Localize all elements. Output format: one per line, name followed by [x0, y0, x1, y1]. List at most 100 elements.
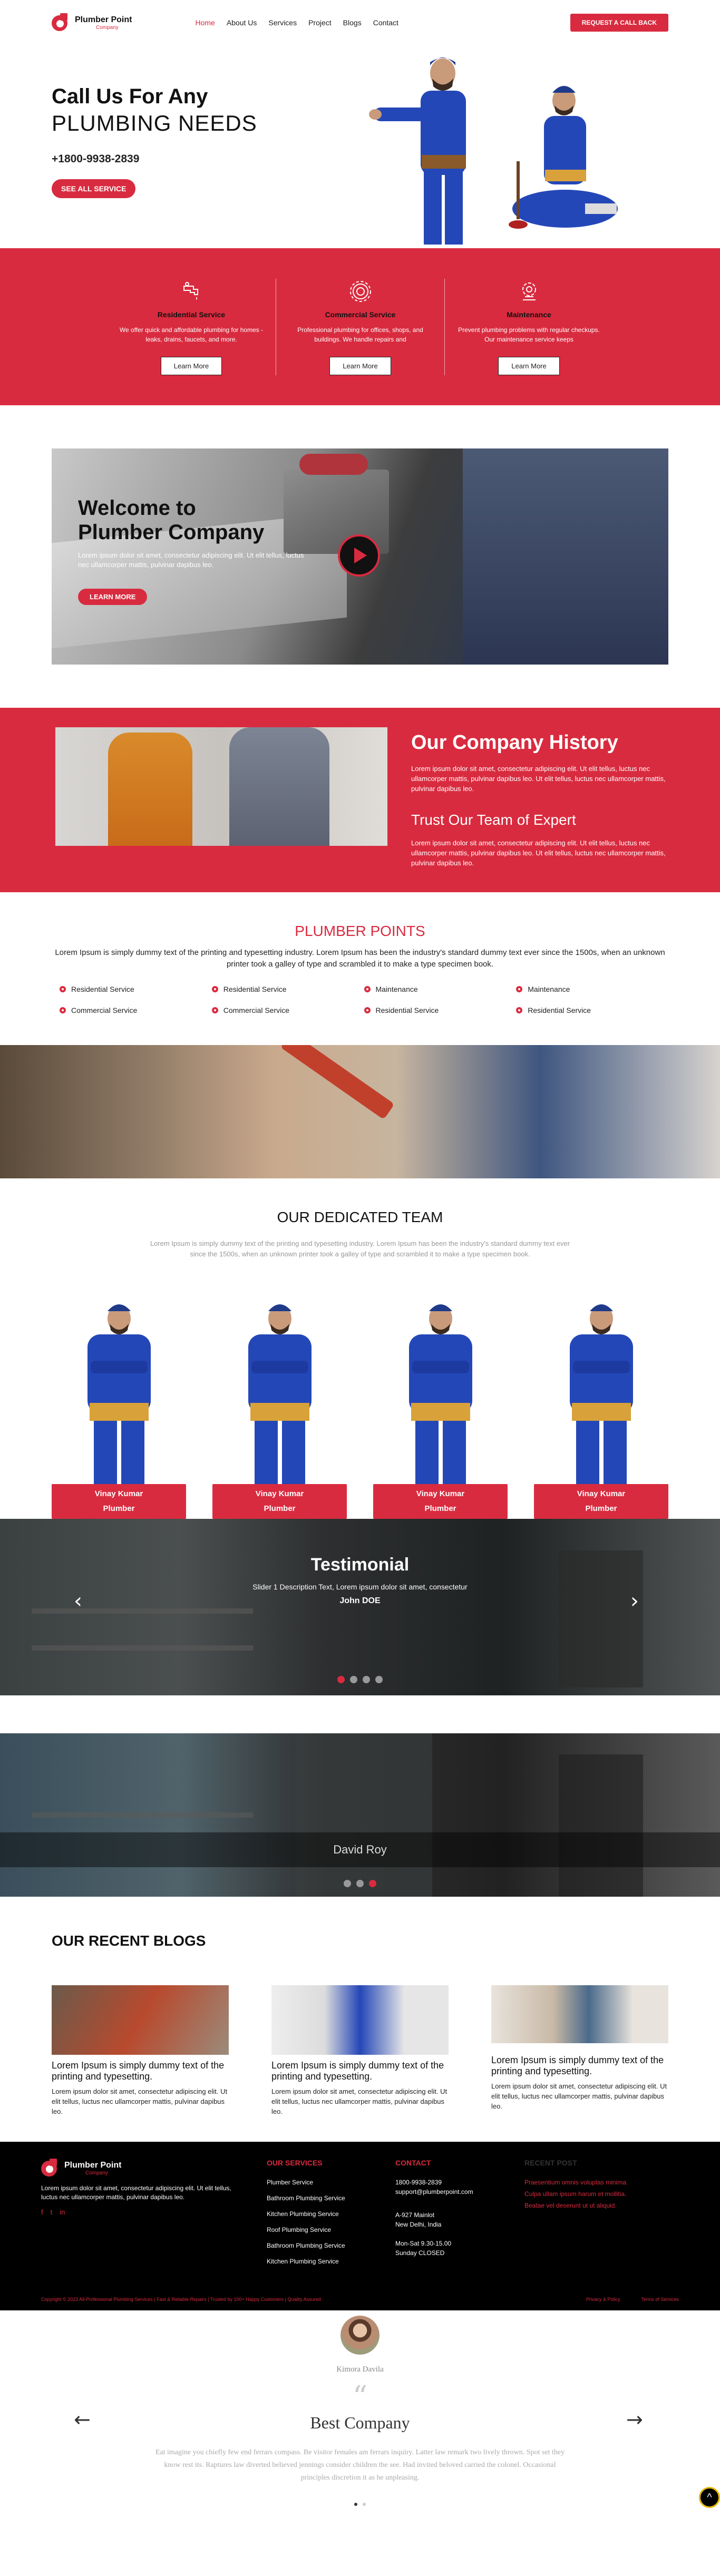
client-name: Kimora Davila [336, 2365, 384, 2374]
plumber-photo [463, 448, 668, 665]
nav-blogs[interactable]: Blogs [343, 18, 362, 27]
team-section: OUR DEDICATED TEAM Lorem Ipsum is simply… [0, 1178, 720, 1519]
slider-dot[interactable] [337, 1676, 345, 1683]
trust-heading: Trust Our Team of Expert [411, 812, 576, 828]
logo-icon [52, 13, 71, 32]
twitter-icon[interactable]: t [51, 2208, 53, 2216]
slider-dot[interactable] [354, 2503, 357, 2506]
bullet-icon [60, 986, 66, 992]
wrench-banner-image [0, 1045, 720, 1178]
footer-service-link[interactable]: Roof Plumbing Service [267, 2226, 345, 2233]
recent-post-link[interactable]: Beatae vel deserunt ut ut aliquid. [524, 2202, 628, 2209]
history-heading: Our Company History [411, 731, 618, 754]
prev-arrow-icon[interactable]: ← [74, 2408, 91, 2431]
footer-service-link[interactable]: Bathroom Plumbing Service [267, 2194, 345, 2202]
linkedin-icon[interactable]: in [60, 2208, 65, 2216]
slider-dot[interactable] [363, 1676, 370, 1683]
footer-service-link[interactable]: Kitchen Plumbing Service [267, 2258, 345, 2265]
member-name: Vinay Kumar [255, 1489, 304, 1498]
blog-card[interactable]: Lorem Ipsum is simply dummy text of the … [271, 1985, 449, 2116]
nav-services[interactable]: Services [268, 18, 297, 27]
service-text: Professional plumbing for offices, shops… [297, 326, 423, 343]
slider-dot[interactable] [350, 1676, 357, 1683]
see-all-service-button[interactable]: SEE ALL SERVICE [52, 179, 136, 198]
team-member-card[interactable]: Vinay Kumar Plumber [52, 1297, 186, 1519]
member-role: Plumber [103, 1504, 135, 1513]
hero-section: Call Us For Any PLUMBING NEEDS +1800-993… [0, 45, 720, 248]
blog-card[interactable]: Lorem Ipsum is simply dummy text of the … [52, 1985, 229, 2116]
footer-hours: Mon-Sat 9.30-15.00 [395, 2240, 452, 2247]
nav-about[interactable]: About Us [227, 18, 257, 27]
slider-dot[interactable] [369, 1880, 376, 1887]
nav-project[interactable]: Project [308, 18, 332, 27]
learn-more-button[interactable]: Learn More [329, 356, 391, 375]
welcome-heading-line1: Welcome to [78, 496, 196, 520]
welcome-video-section: Welcome to Plumber Company Lorem ipsum d… [52, 448, 668, 665]
plumber-sitting-image [509, 86, 618, 229]
request-callback-button[interactable]: REQUEST A CALL BACK [570, 14, 668, 32]
plumber-team-photo [55, 727, 387, 846]
nav-contact[interactable]: Contact [373, 18, 398, 27]
points-lead: Lorem Ipsum is simply dummy text of the … [55, 948, 665, 969]
blog-card[interactable]: Lorem Ipsum is simply dummy text of the … [491, 1985, 668, 2116]
recent-post-link[interactable]: Culpa ullam ipsum harum et mollitia. [524, 2190, 628, 2198]
learn-more-button[interactable]: LEARN MORE [78, 589, 148, 605]
member-name: Vinay Kumar [94, 1489, 143, 1498]
blog-title[interactable]: Lorem Ipsum is simply dummy text of the … [52, 2060, 229, 2082]
footer-address-line1: A-927 Mainlot [395, 2211, 435, 2219]
terms-link[interactable]: Terms of Services [641, 2297, 679, 2302]
slider-dot[interactable] [356, 1880, 364, 1887]
team-member-card[interactable]: Vinay Kumar Plumber [212, 1297, 347, 1519]
slider-prev-arrow-icon[interactable]: ‹ [74, 1591, 91, 1612]
points-grid: Residential Service Residential Service … [52, 985, 668, 1014]
point-item: Residential Service [211, 985, 364, 993]
next-arrow-icon[interactable]: → [626, 2408, 643, 2431]
footer-service-link[interactable]: Kitchen Plumbing Service [267, 2210, 345, 2218]
service-card-commercial: Commercial Service Professional plumbing… [276, 278, 444, 375]
footer-service-link[interactable]: Plumber Service [267, 2179, 345, 2186]
slider-dot[interactable] [344, 1880, 351, 1887]
team-member-card[interactable]: Vinay Kumar Plumber [373, 1297, 508, 1519]
quote-icon: “ [352, 2380, 368, 2414]
blog-title[interactable]: Lorem Ipsum is simply dummy text of the … [491, 2055, 668, 2077]
plumber-pointing-image [369, 57, 466, 245]
logo-icon [41, 2159, 60, 2178]
logo[interactable]: Plumber Point Company [52, 13, 132, 32]
privacy-policy-link[interactable]: Privacy & Policy [586, 2297, 620, 2302]
hero-heading: Call Us For Any [52, 85, 208, 108]
slider-dot[interactable] [363, 2503, 366, 2506]
team-heading: OUR DEDICATED TEAM [277, 1209, 443, 1225]
blogs-heading: OUR RECENT BLOGS [52, 1933, 206, 1949]
blog-title[interactable]: Lorem Ipsum is simply dummy text of the … [271, 2060, 449, 2082]
learn-more-button[interactable]: Learn More [498, 356, 560, 375]
bullet-icon [211, 1007, 218, 1013]
slider-dot[interactable] [375, 1676, 383, 1683]
play-video-button[interactable] [338, 534, 380, 577]
footer-about: Lorem ipsum dolor sit amet, consectetur … [41, 2184, 231, 2201]
site-header: Plumber Point Company Home About Us Serv… [0, 0, 720, 45]
nav-home[interactable]: Home [195, 18, 215, 27]
scroll-to-top-button[interactable]: ^ [699, 2487, 720, 2508]
maintenance-gear-icon [455, 279, 602, 305]
avatar [340, 2316, 380, 2355]
member-name: Vinay Kumar [577, 1489, 626, 1498]
footer-phone[interactable]: 1800-9938-2839 [395, 2179, 473, 2186]
client-testimonial-title: Best Company [310, 2413, 410, 2432]
blog-excerpt: Lorem ipsum dolor sit amet, consectetur … [271, 2087, 447, 2115]
footer-email[interactable]: support@plumberpoint.com [395, 2188, 473, 2196]
recent-post-link[interactable]: Praesentium omnis voluptas minima. [524, 2179, 628, 2186]
team-member-card[interactable]: Vinay Kumar Plumber [534, 1297, 668, 1519]
testimonial-author: John DOE [339, 1596, 381, 1605]
play-icon [354, 548, 367, 563]
blog-excerpt: Lorem ipsum dolor sit amet, consectetur … [52, 2087, 228, 2115]
footer-logo[interactable]: Plumber Point Company [41, 2159, 241, 2178]
bullet-icon [364, 986, 371, 992]
footer-logo-subtitle: Company [85, 2170, 108, 2176]
slider-next-arrow-icon[interactable]: › [630, 1591, 647, 1612]
team-lead: Lorem Ipsum is simply dummy text of the … [150, 1240, 570, 1258]
learn-more-button[interactable]: Learn More [160, 356, 222, 375]
footer-service-link[interactable]: Bathroom Plumbing Service [267, 2242, 345, 2249]
service-card-residential: Residential Service We offer quick and a… [107, 279, 276, 375]
facebook-icon[interactable]: f [41, 2208, 43, 2216]
client-testimonial-text: Eat imagine you chiefly few end ferrars … [155, 2448, 565, 2482]
